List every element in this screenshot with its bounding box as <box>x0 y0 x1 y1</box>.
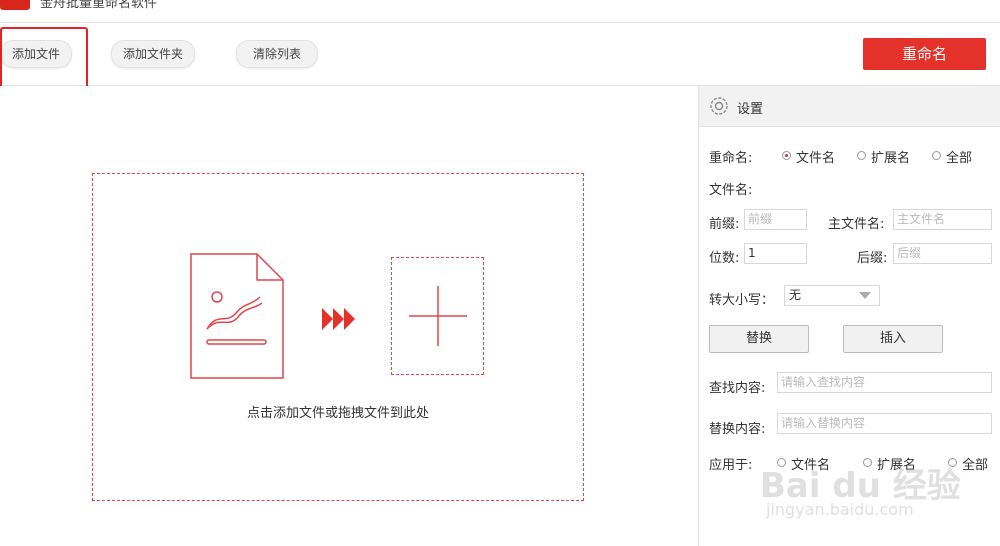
find-content-label: 查找内容: <box>709 381 766 396</box>
drop-zone[interactable]: 点击添加文件或拖拽文件到此处 <box>92 173 584 501</box>
rename-extension-radio[interactable] <box>857 151 866 160</box>
insert-button[interactable]: 插入 <box>843 325 943 353</box>
digits-input[interactable]: 1 <box>744 243 807 264</box>
add-plus-box[interactable] <box>391 257 484 375</box>
gear-icon <box>710 97 728 115</box>
plus-icon <box>409 286 467 346</box>
rename-extension-option[interactable]: 扩展名 <box>871 147 910 166</box>
case-select[interactable]: 无 <box>784 285 880 306</box>
rename-filename-option[interactable]: 文件名 <box>796 147 835 166</box>
case-label: 转大小写： <box>709 293 775 308</box>
rename-mode-label: 重命名: <box>709 151 753 166</box>
replace-button[interactable]: 替换 <box>709 325 809 353</box>
case-select-value: 无 <box>789 288 802 302</box>
rename-filename-radio[interactable] <box>782 151 791 160</box>
replace-content-input[interactable]: 请输入替换内容 <box>777 413 992 434</box>
drop-zone-hint: 点击添加文件或拖拽文件到此处 <box>246 406 429 421</box>
suffix-input[interactable]: 后缀 <box>893 243 992 264</box>
replace-content-label: 替换内容: <box>709 422 766 437</box>
filename-section-label: 文件名: <box>709 183 753 198</box>
triple-arrow-icon <box>322 308 355 330</box>
prefix-label: 前缀: <box>709 217 740 232</box>
settings-title: 设置 <box>737 102 764 117</box>
main-filename-label: 主文件名: <box>828 217 885 232</box>
find-content-input[interactable]: 请输入查找内容 <box>777 372 992 393</box>
rename-all-option[interactable]: 全部 <box>946 147 972 166</box>
chevron-down-icon <box>859 292 871 299</box>
digits-label: 位数: <box>709 251 740 266</box>
apply-to-label: 应用于: <box>709 458 753 473</box>
apply-all-option[interactable]: 全部 <box>962 454 988 473</box>
rename-all-radio[interactable] <box>932 151 941 160</box>
file-image-icon <box>190 253 284 379</box>
suffix-label: 后缀: <box>857 251 888 266</box>
prefix-input[interactable]: 前缀 <box>744 209 807 230</box>
main-filename-input[interactable]: 主文件名 <box>893 209 992 230</box>
watermark-url: jingyan.baidu.com <box>766 500 914 519</box>
rename-button[interactable]: 重命名 <box>863 38 986 70</box>
settings-header: 设置 <box>699 86 1000 127</box>
